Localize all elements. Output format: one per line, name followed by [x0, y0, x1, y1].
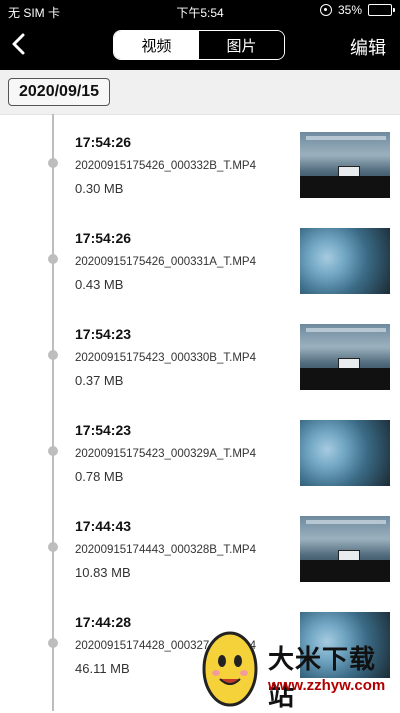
video-thumbnail[interactable]: [300, 516, 390, 582]
thumbnail-desk: [300, 176, 390, 198]
thumbnail-desk: [300, 368, 390, 390]
battery-icon: [368, 4, 395, 16]
media-type-switch: 视频 图片: [113, 30, 285, 60]
item-time: 17:54:23: [75, 326, 132, 342]
item-filename: 20200915175423_000330B_T.MP4: [75, 352, 256, 364]
video-thumbnail[interactable]: [300, 324, 390, 390]
item-filesize: 10.83 MB: [75, 565, 131, 580]
status-bar: 无 SIM 卡 下午5:54 35%: [0, 0, 400, 22]
thumbnail-ceiling-light: [306, 520, 386, 524]
top-bar: 无 SIM 卡 下午5:54 35% 视频 图片 编辑: [0, 0, 400, 70]
video-list-item[interactable]: 17:54:23 20200915175423_000329A_T.MP4 0.78…: [0, 402, 400, 498]
status-right: 35%: [319, 3, 395, 17]
video-list-item[interactable]: 17:44:43 20200915174443_000328B_T.MP4 10.8…: [0, 498, 400, 594]
video-list-item[interactable]: 17:54:26 20200915175426_000331A_T.MP4 0.43…: [0, 210, 400, 306]
watermark: 大米下载站 www.zzhyw.com: [190, 621, 400, 711]
tab-photo[interactable]: 图片: [199, 31, 284, 59]
orientation-lock-icon: [319, 4, 332, 16]
timeline-dot: [48, 158, 58, 168]
item-filename: 20200915175426_000332B_T.MP4: [75, 160, 256, 172]
date-bar: 2020/09/15: [0, 70, 400, 115]
thumbnail-ceiling-light: [306, 136, 386, 140]
thumbnail-ceiling-light: [306, 328, 386, 332]
item-time: 17:44:43: [75, 518, 132, 534]
video-thumbnail[interactable]: [300, 420, 390, 486]
back-arrow-icon: [12, 33, 25, 55]
timeline-dot: [48, 542, 58, 552]
thumbnail-desk: [300, 560, 390, 582]
item-time: 17:54:26: [75, 230, 132, 246]
item-filename: 20200915175426_000331A_T.MP4: [75, 256, 256, 268]
item-filesize: 46.11 MB: [75, 661, 130, 676]
timeline-dot: [48, 446, 58, 456]
video-list-item[interactable]: 17:54:23 20200915175423_000330B_T.MP4 0.37…: [0, 306, 400, 402]
item-filesize: 0.43 MB: [75, 277, 124, 292]
item-filesize: 0.78 MB: [75, 469, 124, 484]
video-thumbnail[interactable]: [300, 228, 390, 294]
edit-button[interactable]: 编辑: [350, 34, 386, 60]
timeline-dot: [48, 254, 58, 264]
video-list-item[interactable]: 17:54:26 20200915175426_000332B_T.MP4 0.30…: [0, 114, 400, 210]
video-list: 17:54:26 20200915175426_000332B_T.MP4 0.30…: [0, 114, 400, 690]
date-header: 2020/09/15: [8, 78, 111, 106]
timeline-dot: [48, 638, 58, 648]
timeline-dot: [48, 350, 58, 360]
item-filename: 20200915174443_000328B_T.MP4: [75, 544, 256, 556]
video-thumbnail[interactable]: [300, 132, 390, 198]
battery-percent: 35%: [337, 3, 362, 17]
watermark-title: 大米下载站: [268, 644, 377, 711]
item-time: 17:44:28: [75, 614, 132, 630]
item-filesize: 0.30 MB: [75, 181, 124, 196]
item-filesize: 0.37 MB: [75, 373, 124, 388]
item-filename: 20200915175423_000329A_T.MP4: [75, 448, 256, 460]
nav-row: 视频 图片 编辑: [0, 24, 400, 68]
item-time: 17:54:23: [75, 422, 132, 438]
tab-video[interactable]: 视频: [114, 31, 199, 59]
item-time: 17:54:26: [75, 134, 132, 150]
rice-mascot-logo: [202, 631, 258, 707]
watermark-url: www.zzhyw.com: [268, 677, 386, 694]
back-button[interactable]: [8, 32, 32, 56]
